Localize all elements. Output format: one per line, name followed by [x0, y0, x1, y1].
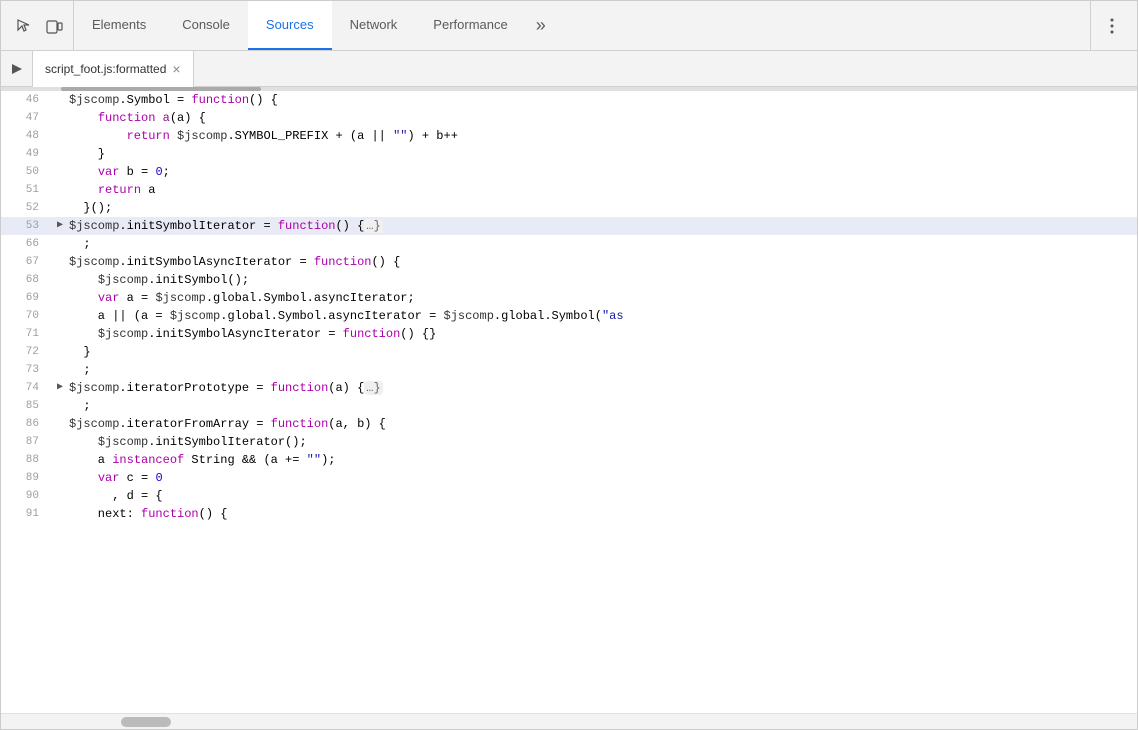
line-number: 88	[1, 451, 51, 469]
table-row: 86 $jscomp.iteratorFromArray = function(a…	[1, 415, 1137, 433]
table-row: 53▶$jscomp.initSymbolIterator = function…	[1, 217, 1137, 235]
line-number: 46	[1, 91, 51, 109]
horizontal-scroll-thumb[interactable]	[121, 717, 171, 727]
line-code: $jscomp.initSymbol();	[69, 271, 1137, 289]
top-tab-bar: Elements Console Sources Network Perform…	[1, 1, 1137, 51]
line-code: $jscomp.iteratorPrototype = function(a) …	[69, 379, 1137, 397]
line-number: 73	[1, 361, 51, 379]
table-row: 71 $jscomp.initSymbolAsyncIterator = fun…	[1, 325, 1137, 343]
file-tab-name: script_foot.js:formatted	[45, 62, 166, 76]
toolbar-icons	[5, 1, 74, 50]
table-row: 88 a instanceof String && (a += "");	[1, 451, 1137, 469]
tab-performance[interactable]: Performance	[415, 1, 525, 50]
file-tab-bar: script_foot.js:formatted ×	[1, 51, 1137, 87]
line-number: 68	[1, 271, 51, 289]
table-row: 87 $jscomp.initSymbolIterator();	[1, 433, 1137, 451]
code-content: 46$jscomp.Symbol = function() {47 functi…	[1, 91, 1137, 713]
line-number: 50	[1, 163, 51, 181]
line-number: 66	[1, 235, 51, 253]
code-area: 46$jscomp.Symbol = function() {47 functi…	[1, 91, 1137, 713]
table-row: 52 }();	[1, 199, 1137, 217]
table-row: 46 $jscomp.Symbol = function() {	[1, 91, 1137, 109]
select-element-icon[interactable]	[13, 15, 35, 37]
line-code: var b = 0;	[69, 163, 1137, 181]
line-code: }	[69, 145, 1137, 163]
table-row: 51 return a	[1, 181, 1137, 199]
line-code: next: function() {	[69, 505, 1137, 523]
tab-elements[interactable]: Elements	[74, 1, 164, 50]
tab-bar-right-icons	[1090, 1, 1133, 50]
table-row: 47 function a(a) {	[1, 109, 1137, 127]
tab-network[interactable]: Network	[332, 1, 416, 50]
table-row: 89 var c = 0	[1, 469, 1137, 487]
more-tabs-button[interactable]: »	[526, 1, 556, 50]
table-row: 73 ;	[1, 361, 1137, 379]
line-number: 48	[1, 127, 51, 145]
table-row: 68 $jscomp.initSymbol();	[1, 271, 1137, 289]
line-code: return a	[69, 181, 1137, 199]
line-number: 49	[1, 145, 51, 163]
devtools-settings-icon[interactable]	[1101, 15, 1123, 37]
line-code: $jscomp.initSymbolAsyncIterator = functi…	[69, 325, 1137, 343]
line-code: $jscomp.initSymbolIterator = function() …	[69, 217, 1137, 235]
table-row: 90 , d = {	[1, 487, 1137, 505]
table-row: 69 var a = $jscomp.global.Symbol.asyncIt…	[1, 289, 1137, 307]
line-number: 51	[1, 181, 51, 199]
line-code: $jscomp.Symbol = function() {	[69, 91, 1137, 109]
line-code: $jscomp.initSymbolIterator();	[69, 433, 1137, 451]
line-code: function a(a) {	[69, 109, 1137, 127]
table-row: 49 }	[1, 145, 1137, 163]
line-number: 89	[1, 469, 51, 487]
file-tab-close[interactable]: ×	[172, 62, 180, 76]
main-tab-list: Elements Console Sources Network Perform…	[74, 1, 1090, 50]
tab-sources[interactable]: Sources	[248, 1, 332, 50]
line-code: $jscomp.iteratorFromArray = function(a, …	[69, 415, 1137, 433]
line-number: 69	[1, 289, 51, 307]
table-row: 50 var b = 0;	[1, 163, 1137, 181]
table-row: 74▶$jscomp.iteratorPrototype = function(…	[1, 379, 1137, 397]
line-number: 91	[1, 505, 51, 523]
line-number: 67	[1, 253, 51, 271]
line-code: , d = {	[69, 487, 1137, 505]
devtools-window: Elements Console Sources Network Perform…	[0, 0, 1138, 730]
table-row: 85 ;	[1, 397, 1137, 415]
line-number: 90	[1, 487, 51, 505]
line-collapse-arrow[interactable]: ▶	[51, 379, 69, 397]
table-row: 66 ;	[1, 235, 1137, 253]
table-row: 91 next: function() {	[1, 505, 1137, 523]
line-code: ;	[69, 397, 1137, 415]
line-number: 87	[1, 433, 51, 451]
line-number: 71	[1, 325, 51, 343]
line-collapse-arrow[interactable]: ▶	[51, 217, 69, 235]
line-number: 86	[1, 415, 51, 433]
line-code: var c = 0	[69, 469, 1137, 487]
line-code: }	[69, 343, 1137, 361]
table-row: 67 $jscomp.initSymbolAsyncIterator = func…	[1, 253, 1137, 271]
line-number: 70	[1, 307, 51, 325]
line-code: ;	[69, 361, 1137, 379]
line-code: a || (a = $jscomp.global.Symbol.asyncIte…	[69, 307, 1137, 325]
table-row: 72 }	[1, 343, 1137, 361]
line-code: $jscomp.initSymbolAsyncIterator = functi…	[69, 253, 1137, 271]
table-row: 48 return $jscomp.SYMBOL_PREFIX + (a || …	[1, 127, 1137, 145]
device-toggle-icon[interactable]	[43, 15, 65, 37]
line-code: ;	[69, 235, 1137, 253]
line-number: 53	[1, 217, 51, 235]
line-number: 52	[1, 199, 51, 217]
table-row: 70 a || (a = $jscomp.global.Symbol.async…	[1, 307, 1137, 325]
file-navigator-icon[interactable]	[1, 51, 33, 87]
line-number: 85	[1, 397, 51, 415]
tab-console[interactable]: Console	[164, 1, 248, 50]
line-code: return $jscomp.SYMBOL_PREFIX + (a || "")…	[69, 127, 1137, 145]
line-number: 47	[1, 109, 51, 127]
file-tab-script[interactable]: script_foot.js:formatted ×	[33, 51, 194, 87]
line-number: 74	[1, 379, 51, 397]
line-code: var a = $jscomp.global.Symbol.asyncItera…	[69, 289, 1137, 307]
line-code: }();	[69, 199, 1137, 217]
line-number: 72	[1, 343, 51, 361]
bottom-scrollbar[interactable]	[1, 713, 1137, 729]
line-code: a instanceof String && (a += "");	[69, 451, 1137, 469]
